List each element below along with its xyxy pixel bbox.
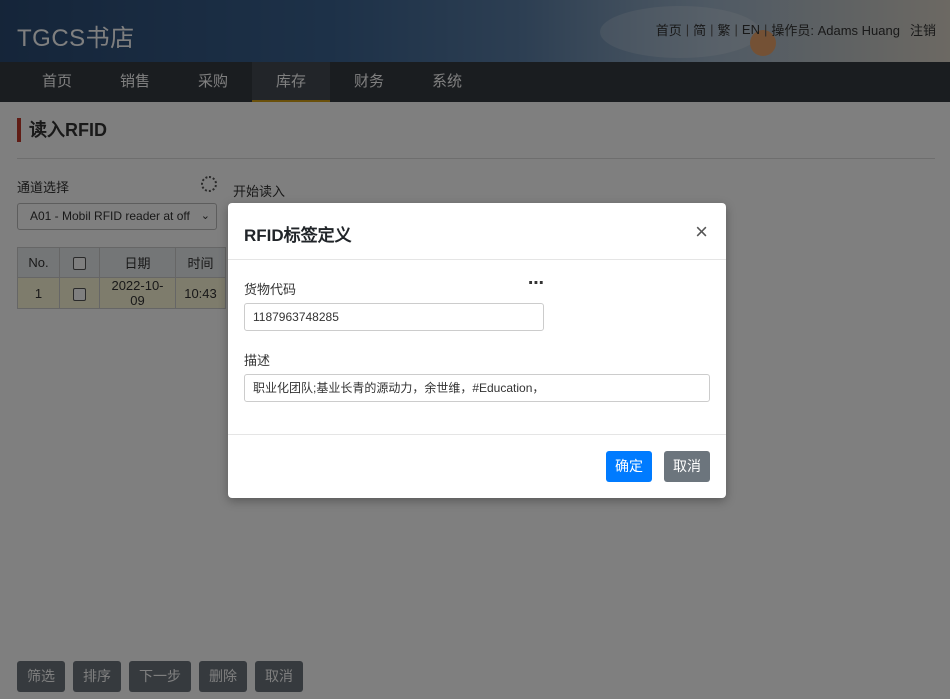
goods-code-label: 货物代码 <box>244 282 297 297</box>
close-icon[interactable]: × <box>695 221 708 243</box>
more-icon[interactable]: ⋯ <box>528 276 544 292</box>
modal-header: RFID标签定义 × <box>228 203 726 260</box>
modal-title: RFID标签定义 <box>244 226 352 245</box>
description-input[interactable]: 职业化团队;基业长青的源动力，余世维，#Education， <box>244 374 710 402</box>
rfid-tag-modal: RFID标签定义 × 货物代码 ⋯ 1187963748285 描述 职业化团队… <box>228 203 726 498</box>
goods-code-input[interactable]: 1187963748285 <box>244 303 544 331</box>
modal-footer: 确定 取消 <box>228 434 726 498</box>
confirm-button[interactable]: 确定 <box>606 451 652 482</box>
modal-cancel-button[interactable]: 取消 <box>664 451 710 482</box>
description-label: 描述 <box>244 353 271 368</box>
